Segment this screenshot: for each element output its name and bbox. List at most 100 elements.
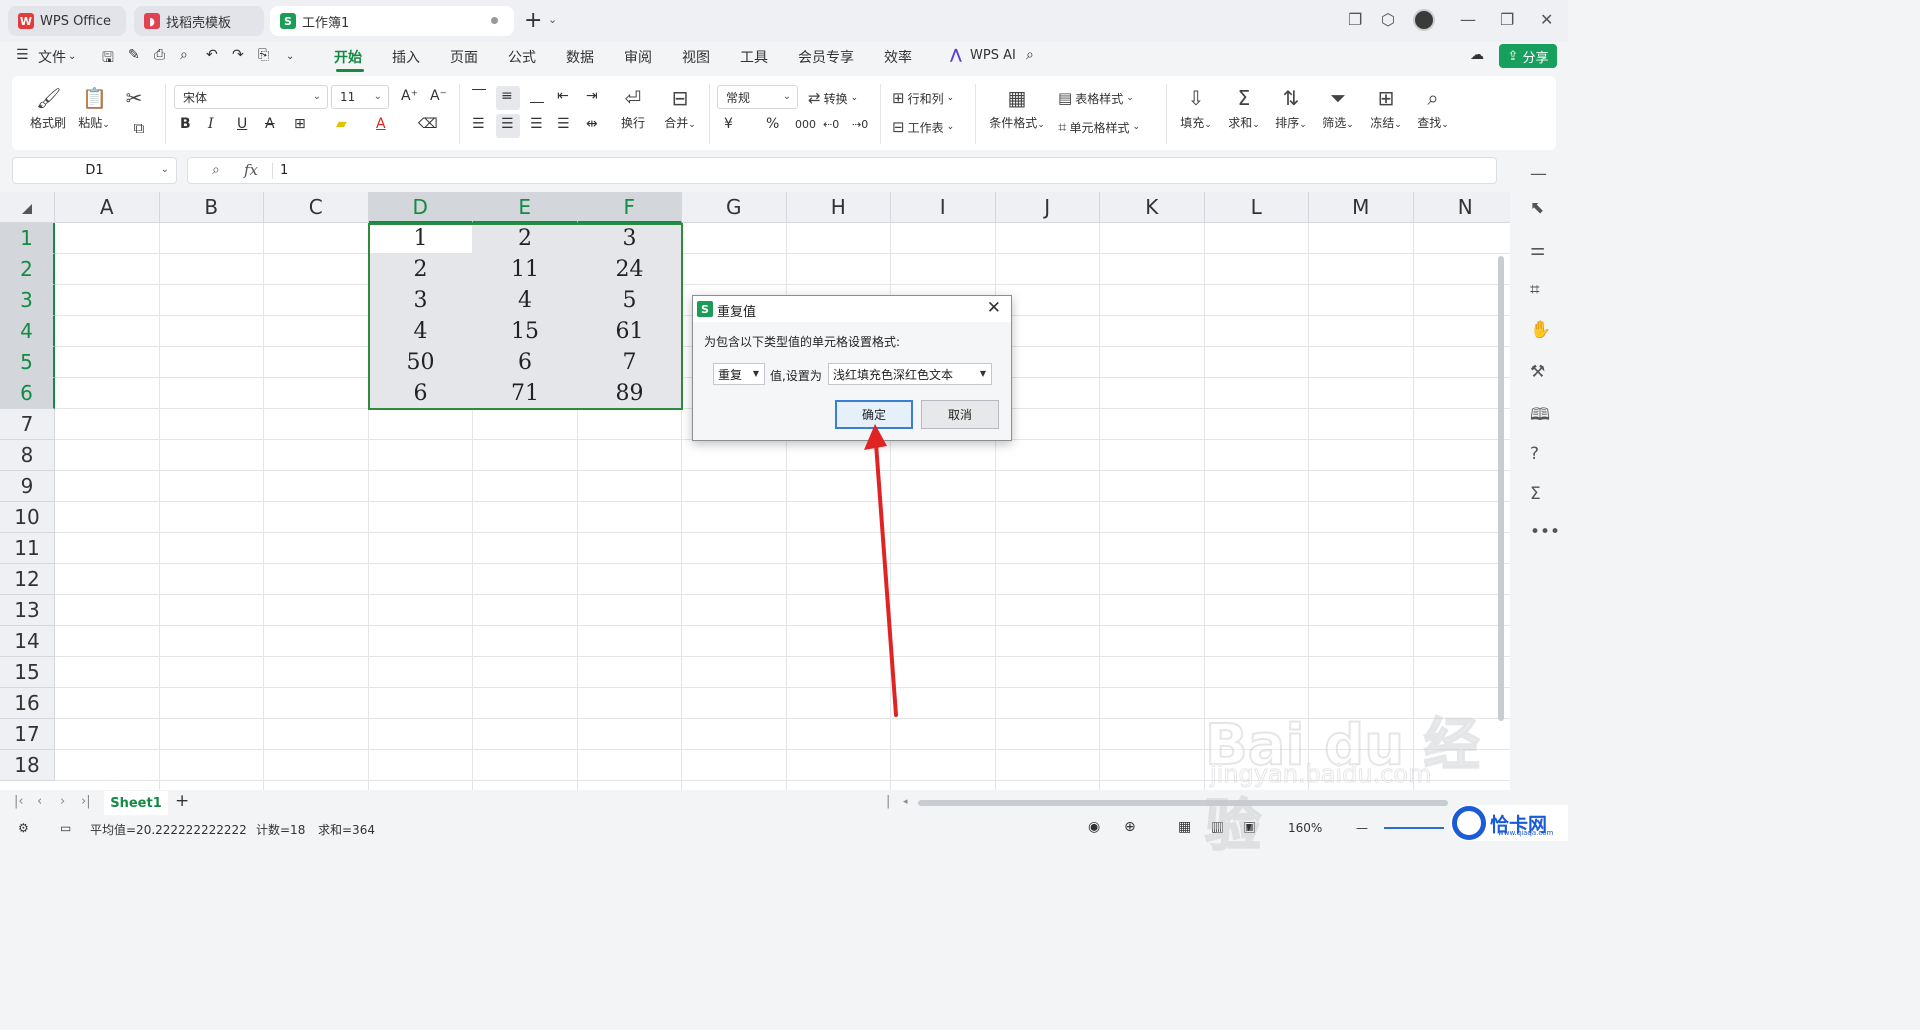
column-header-i[interactable]: I (891, 192, 996, 223)
cloud-upload-icon[interactable]: ☁ (1470, 47, 1484, 63)
find-button[interactable]: ⌕ 查找⌄ (1413, 86, 1453, 131)
font-name-select[interactable]: 宋体 ⌄ (174, 85, 328, 109)
align-middle-icon[interactable]: ≡ (501, 88, 513, 104)
scrollbar-thumb[interactable] (1498, 256, 1504, 721)
increase-font-icon[interactable]: A⁺ (401, 88, 418, 104)
merge-button[interactable]: ⊟ 合并⌄ (660, 86, 700, 131)
first-sheet-icon[interactable]: |‹ (14, 794, 24, 809)
align-left-icon[interactable]: ☰ (472, 116, 485, 132)
column-header-e[interactable]: E (473, 192, 578, 223)
menu-view[interactable]: 视图 (682, 47, 710, 67)
decrease-font-icon[interactable]: A⁻ (430, 88, 447, 104)
conditional-format-button[interactable]: ▦ 条件格式⌄ (986, 86, 1048, 131)
row-header-15[interactable]: 15 (0, 657, 55, 688)
undo-icon[interactable]: ↶ (206, 47, 218, 63)
cell-mode-icon[interactable]: ⊕ (1124, 819, 1136, 835)
format-style-select[interactable]: 浅红填充色深红色文本 ▼ (828, 363, 992, 385)
eraser-icon[interactable]: ⌫ (418, 116, 438, 132)
column-header-m[interactable]: M (1309, 192, 1414, 223)
eye-icon[interactable]: ◉ (1088, 819, 1100, 835)
print-icon[interactable]: ⎙ (154, 47, 165, 63)
hand-icon[interactable]: ✋ (1530, 320, 1551, 340)
table-style-button[interactable]: ▤ 表格样式 ⌄ (1058, 89, 1134, 107)
tab-docer-templates[interactable]: ◗ 找稻壳模板 (134, 6, 264, 36)
menu-wps-ai[interactable]: WPS AI (970, 48, 1016, 63)
redo-icon[interactable]: ↷ (232, 47, 244, 63)
convert-button[interactable]: ⇄ 转换 ⌄ (808, 89, 858, 107)
increase-indent-icon[interactable]: ⇥ (586, 88, 598, 104)
window-layout-icon[interactable]: ❐ (1348, 10, 1362, 29)
scroll-left-icon[interactable]: ◂ (903, 797, 908, 807)
column-header-a[interactable]: A (55, 192, 160, 223)
more-icon[interactable]: ••• (1530, 522, 1560, 542)
formula-sum-icon[interactable]: Σ (1530, 484, 1541, 504)
font-color-icon[interactable]: A (376, 116, 386, 132)
row-header-5[interactable]: 5 (0, 347, 55, 378)
column-header-c[interactable]: C (264, 192, 369, 223)
formula-bar[interactable]: ⌕ fx 1 (187, 157, 1497, 184)
distributed-icon[interactable]: ⇹ (586, 116, 598, 132)
sort-button[interactable]: ⇅ 排序⌄ (1271, 86, 1311, 131)
worksheet-button[interactable]: ⊟ 工作表 ⌄ (892, 118, 954, 136)
align-right-icon[interactable]: ☰ (530, 116, 543, 132)
menu-file[interactable]: 文件 (38, 47, 66, 67)
column-header-k[interactable]: K (1100, 192, 1205, 223)
column-header-n[interactable]: N (1413, 192, 1510, 223)
column-header-l[interactable]: L (1204, 192, 1309, 223)
zoom-formula-icon[interactable]: ⌕ (212, 162, 220, 178)
row-header-6[interactable]: 6 (0, 378, 55, 409)
row-header-12[interactable]: 12 (0, 564, 55, 595)
strikethrough-icon[interactable]: A (265, 116, 275, 132)
row-header-9[interactable]: 9 (0, 471, 55, 502)
underline-icon[interactable]: U (237, 116, 247, 132)
align-center-icon[interactable]: ☰ (501, 116, 514, 132)
fill-button[interactable]: ⇩ 填充⌄ (1176, 86, 1216, 131)
new-tab-plus-icon[interactable]: + (524, 8, 542, 33)
row-header-8[interactable]: 8 (0, 440, 55, 471)
sheet-view-icon[interactable]: ▭ (60, 821, 71, 835)
name-box[interactable]: D1 ⌄ (12, 157, 177, 184)
dialog-title-bar[interactable]: S 重复值 ✕ (693, 296, 1011, 322)
next-sheet-icon[interactable]: › (60, 794, 65, 809)
column-header-d[interactable]: D (368, 192, 473, 223)
rows-cols-button[interactable]: ⊞ 行和列 ⌄ (892, 89, 954, 107)
currency-icon[interactable]: ¥ (724, 116, 733, 132)
export-icon[interactable]: ⎘ (258, 47, 269, 63)
menu-insert[interactable]: 插入 (392, 47, 420, 67)
bold-icon[interactable]: B (180, 116, 191, 132)
percent-icon[interactable]: % (766, 116, 779, 132)
row-header-10[interactable]: 10 (0, 502, 55, 533)
thousands-icon[interactable]: 000 (795, 118, 816, 131)
justify-icon[interactable]: ☰ (557, 116, 570, 132)
value-type-select[interactable]: 重复 ▼ (713, 363, 765, 385)
decrease-indent-icon[interactable]: ⇤ (557, 88, 569, 104)
print-preview-icon[interactable]: ⌕ (180, 47, 188, 63)
freeze-button[interactable]: ⊞ 冻结⌄ (1366, 86, 1406, 131)
minimize-icon[interactable]: — (1460, 10, 1476, 29)
menu-tools[interactable]: 工具 (740, 47, 768, 67)
quick-access-chevron-icon[interactable]: ⌄ (286, 51, 294, 62)
brush-icon[interactable]: ✎ (128, 47, 140, 63)
row-header-7[interactable]: 7 (0, 409, 55, 440)
macro-icon[interactable]: ⚙ (18, 821, 29, 835)
cancel-button[interactable]: 取消 (921, 400, 999, 429)
select-pointer-icon[interactable]: ⬉ (1530, 198, 1544, 218)
menu-data[interactable]: 数据 (566, 47, 594, 67)
last-sheet-icon[interactable]: ›| (81, 794, 91, 809)
row-header-2[interactable]: 2 (0, 254, 55, 285)
help-icon[interactable]: ? (1530, 444, 1539, 464)
cube-icon[interactable]: ⬡ (1381, 10, 1395, 29)
collapse-icon[interactable]: — (1530, 164, 1547, 184)
font-size-select[interactable]: 11 ⌄ (331, 85, 389, 109)
tools-icon[interactable]: ⚒ (1530, 362, 1545, 382)
format-painter-button[interactable]: 🖌 格式刷 (28, 86, 68, 131)
select-all-corner[interactable] (0, 192, 55, 223)
row-header-14[interactable]: 14 (0, 626, 55, 657)
row-header-11[interactable]: 11 (0, 533, 55, 564)
tab-list-chevron-icon[interactable]: ⌄ (548, 13, 557, 26)
vertical-scrollbar[interactable] (1496, 236, 1506, 781)
save-icon[interactable]: 🖫 (102, 47, 114, 71)
crop-icon[interactable]: ⌗ (1530, 280, 1540, 300)
filter-button[interactable]: ⏷ 筛选⌄ (1318, 86, 1358, 131)
menu-member[interactable]: 会员专享 (798, 47, 854, 67)
